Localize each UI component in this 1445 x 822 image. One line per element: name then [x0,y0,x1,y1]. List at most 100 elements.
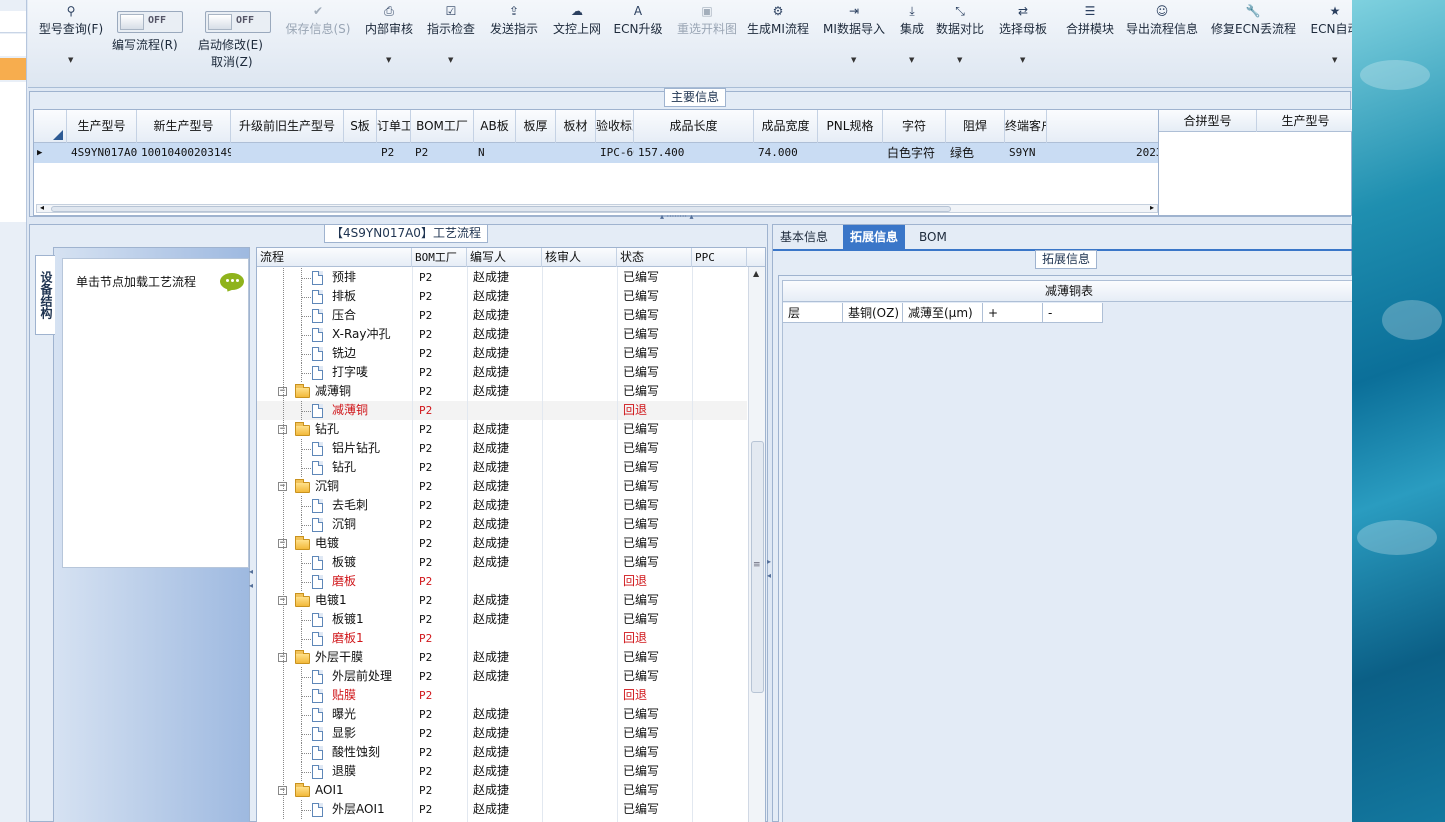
tab-0[interactable]: 基本信息 [773,225,835,249]
tree-row[interactable]: 外层前处理 P2 赵成捷 已编写 [257,667,747,686]
tree-row[interactable]: 预排 P2 赵成捷 已编写 [257,268,747,287]
table-cell[interactable] [344,143,377,163]
toolbar-button-6[interactable]: A ECN升级 [613,4,663,39]
nav-tab-active[interactable] [0,58,26,80]
scroll-thumb[interactable]: ≡ [751,441,764,693]
tree-column-header[interactable]: 流程 [257,248,412,267]
tree-row[interactable]: 去毛刺 P2 赵成捷 已编写 [257,496,747,515]
tree-column-header[interactable]: PPC [692,248,747,267]
table-cell[interactable]: P2 [377,143,411,163]
tree-row[interactable]: 铝片钻孔 P2 赵成捷 已编写 [257,439,747,458]
toolbar-button-13[interactable]: ☰ 合拼模块 [1060,4,1120,39]
tree-row[interactable]: 外层AOI1 P2 赵成捷 已编写 [257,800,747,819]
toolbar-button-5[interactable]: ☁ 文控上网 [552,4,602,39]
table-cell[interactable]: 白色字符 [883,143,946,163]
tree-row[interactable]: 酸性蚀刻 P2 赵成捷 已编写 [257,743,747,762]
sidebar-splitter[interactable]: ◂ ◂ [249,565,253,593]
toolbar-button-12[interactable]: ⇄ 选择母板 ▼ [998,4,1048,64]
tree-column-header[interactable]: 核审人 [542,248,617,267]
column-header[interactable]: S板 [344,110,377,143]
tree-row[interactable]: 沉铜 P2 赵成捷 已编写 [257,515,747,534]
tree-row[interactable]: 显影 P2 赵成捷 已编写 [257,724,747,743]
toolbar-button-15[interactable]: 🔧 修复ECN丢流程 [1211,4,1296,39]
table-cell[interactable]: 绿色 [946,143,1005,163]
dropdown-arrow-icon[interactable]: ▼ [1332,56,1337,64]
table-cell[interactable]: 10010400203149 [137,143,231,163]
table-cell[interactable]: IPC-6012 II级 [596,143,634,163]
dropdown-arrow-icon[interactable]: ▼ [448,56,453,64]
thin-copper-column-header[interactable]: - [1043,303,1103,323]
tree-row[interactable]: − 电镀 P2 赵成捷 已编写 [257,534,747,553]
table-cell[interactable]: S9YN [1005,143,1132,163]
toolbar-button-4[interactable]: ⇪ 发送指示 [489,4,539,39]
main-grid-hscrollbar[interactable]: ◂ ▸ [36,203,1158,213]
tree-row[interactable]: − 电镀1 P2 赵成捷 已编写 [257,591,747,610]
tree-row[interactable]: − 减薄铜 P2 赵成捷 已编写 [257,382,747,401]
table-cell[interactable] [818,143,883,163]
table-row[interactable]: ▶ 4S9YN017A010010400203149P2P2NIPC-6012 … [34,143,1158,163]
column-header[interactable]: PNL规格 [818,110,883,143]
table-cell[interactable]: 157.400 [634,143,754,163]
column-header[interactable]: 升级前旧生产型号 [231,110,344,143]
tree-row[interactable]: 曝光 P2 赵成捷 已编写 [257,705,747,724]
dropdown-arrow-icon[interactable]: ▼ [386,56,391,64]
thin-copper-column-header[interactable]: 基铜(OZ) [843,303,903,323]
toolbar-button-16[interactable]: ★ ECN自动 ▼ [1305,4,1352,64]
tree-row[interactable]: − 沉铜 P2 赵成捷 已编写 [257,477,747,496]
table-cell[interactable]: N [474,143,516,163]
scroll-right-icon[interactable]: ▸ [1150,203,1154,212]
tree-row[interactable]: 退膜 P2 赵成捷 已编写 [257,762,747,781]
table-cell[interactable] [231,143,344,163]
tree-row[interactable]: 磨板 P2 回退 [257,572,747,591]
tree-row[interactable]: 铣边 P2 赵成捷 已编写 [257,344,747,363]
tree-row[interactable]: 减薄铜 P2 回退 [257,401,747,420]
scroll-up-icon[interactable]: ▲ [753,269,759,278]
toolbar-button-11[interactable]: ⤡ 数据对比 ▼ [935,4,985,64]
column-header[interactable]: 生产型号 [67,110,137,143]
toolbar-button-3[interactable]: ☑ 指示检查 ▼ [426,4,476,64]
column-header[interactable]: 新生产型号 [137,110,231,143]
tab-2[interactable]: BOM [912,225,954,249]
center-splitter[interactable]: ▸ ◂ [767,555,771,583]
toolbar-button-7[interactable]: ▣ 重选开料图 [672,4,742,39]
table-cell[interactable]: 4S9YN017A0 [67,143,137,163]
tree-column-header[interactable]: BOM工厂 [412,248,467,267]
dropdown-arrow-icon[interactable]: ▼ [68,56,73,64]
thin-copper-column-header[interactable]: 减薄至(μm) [903,303,983,323]
tree-column-header[interactable]: 状态 [617,248,692,267]
scroll-left-icon[interactable]: ◂ [40,203,44,212]
tree-vscrollbar[interactable]: ▲ ≡ [748,267,765,822]
toolbar-button-0[interactable]: ⚲ 型号查询(F) ▼ [36,4,106,64]
tree-row[interactable]: − 外层干膜 P2 赵成捷 已编写 [257,648,747,667]
column-header[interactable]: 验收标准 [596,110,634,143]
table-cell[interactable]: 2023 [1132,143,1158,163]
dropdown-arrow-icon[interactable]: ▼ [851,56,856,64]
tree-row[interactable]: 磨板1 P2 回退 [257,629,747,648]
enable-modify-toggle[interactable]: OFF [205,11,271,33]
toolbar-button-14[interactable]: ☺ 导出流程信息 [1124,4,1200,39]
thin-copper-column-header[interactable]: + [983,303,1043,323]
equipment-structure-tab[interactable]: 设备结构 [35,255,55,335]
dropdown-arrow-icon[interactable]: ▼ [909,56,914,64]
tree-row[interactable]: 贴膜 P2 回退 [257,686,747,705]
merge-col-0[interactable]: 合拼型号 [1159,110,1257,132]
tree-row[interactable]: 板镀 P2 赵成捷 已编写 [257,553,747,572]
tree-row[interactable]: − 钻孔 P2 赵成捷 已编写 [257,420,747,439]
tree-row[interactable]: 打字唛 P2 赵成捷 已编写 [257,363,747,382]
toolbar-button-1[interactable]: ✔ 保存信息(S) [283,4,353,39]
column-header[interactable]: AB板 [474,110,516,143]
column-header[interactable]: 终端客户代码 [1005,110,1047,143]
tree-row[interactable]: X-Ray冲孔 P2 赵成捷 已编写 [257,325,747,344]
toolbar-button-2[interactable]: ⎙ 内部审核 ▼ [364,4,414,64]
column-header[interactable]: 板厚 [516,110,556,143]
table-cell[interactable]: P2 [411,143,474,163]
toolbar-button-10[interactable]: ⤓ 集成 ▼ [897,4,927,64]
column-header[interactable]: 成品长度 [634,110,754,143]
column-header[interactable]: 板材 [556,110,596,143]
scroll-thumb[interactable] [51,206,951,212]
dropdown-arrow-icon[interactable]: ▼ [957,56,962,64]
table-cell[interactable] [516,143,556,163]
nav-tab-1[interactable] [0,11,26,33]
edit-flow-toggle[interactable]: OFF [117,11,183,33]
thin-copper-column-header[interactable]: 层 [783,303,843,323]
